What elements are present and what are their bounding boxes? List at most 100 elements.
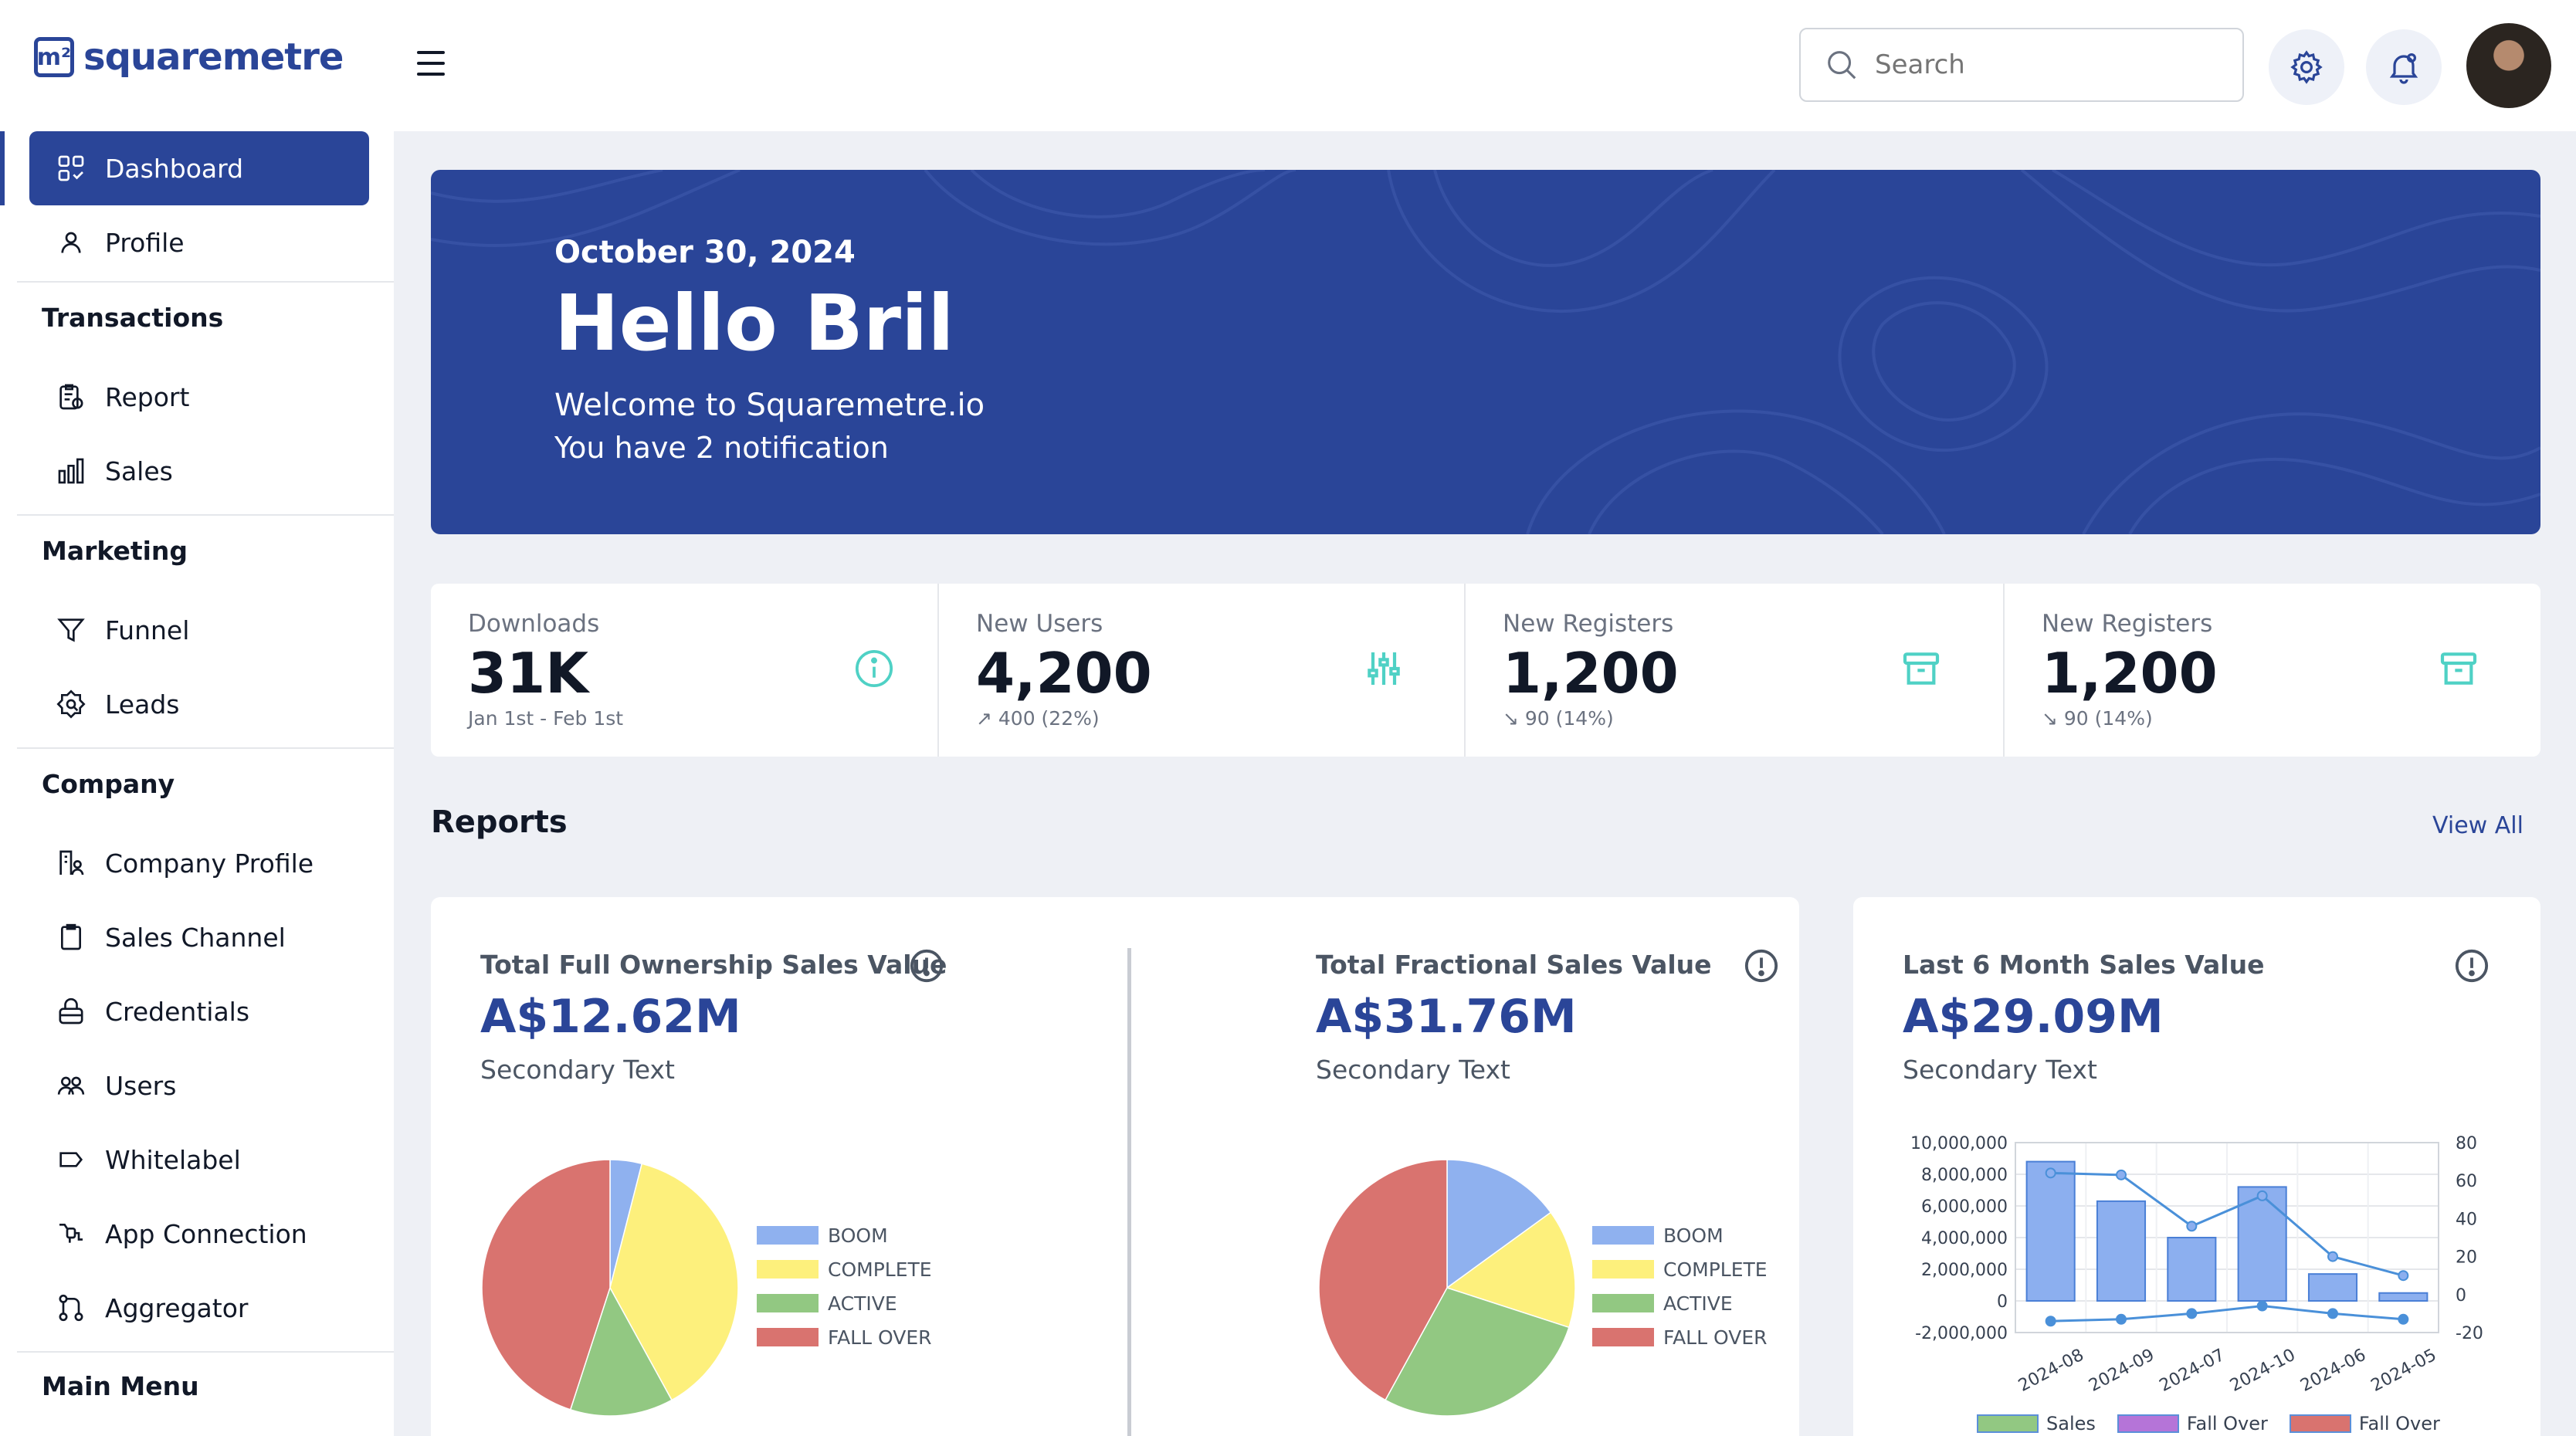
sidebar-item-aggregator[interactable]: Aggregator (29, 1271, 369, 1345)
sidebar-item-whitelabel[interactable]: Whitelabel (29, 1123, 369, 1197)
sidebar-item-app-connection[interactable]: App Connection (29, 1197, 369, 1271)
hero-notifications[interactable]: You have 2 notification (554, 431, 889, 465)
sidebar-item-leads[interactable]: Leads (29, 667, 369, 741)
y-tick-left: 2,000,000 (1921, 1261, 2008, 1280)
pie-legend: BOOM COMPLETE ACTIVE FALL OVER (1592, 1218, 1768, 1354)
line-point (2327, 1251, 2338, 1262)
bar-sales (2025, 1160, 2076, 1302)
tag-icon (56, 1144, 86, 1175)
y-tick-left: -2,000,000 (1915, 1324, 2008, 1343)
y-tick-right: -20 (2456, 1324, 2483, 1343)
line-point (2327, 1308, 2338, 1319)
sidebar-item-label: App Connection (105, 1218, 307, 1249)
leads-icon (56, 689, 86, 720)
legend-item-fall-over: FALL OVER (757, 1320, 932, 1354)
sidebar-item-funnel[interactable]: Funnel (29, 593, 369, 667)
settings-button[interactable] (2269, 29, 2344, 105)
sidebar-item-sales-channel[interactable]: Sales Channel (29, 900, 369, 974)
line-point (2398, 1270, 2409, 1282)
sidebar-item-report[interactable]: Report (29, 360, 369, 434)
welcome-banner: October 30, 2024 Hello Bril Welcome to S… (431, 170, 2540, 534)
sidebar-item-dashboard[interactable]: Dashboard (29, 131, 369, 205)
y-tick-left: 4,000,000 (1921, 1229, 2008, 1248)
sidebar-item-label: Dashboard (105, 153, 244, 184)
bar-sales (2096, 1200, 2147, 1302)
legend-item-boom: BOOM (1592, 1218, 1768, 1252)
stat-value: 1,200 (2042, 641, 2218, 706)
stat-value: 1,200 (1503, 641, 1679, 706)
divider (17, 747, 394, 749)
legend-item-complete: COMPLETE (757, 1252, 932, 1286)
y-tick-right: 20 (2456, 1248, 2477, 1268)
divider (17, 1351, 394, 1353)
sidebar-item-credentials[interactable]: Credentials (29, 974, 369, 1048)
stat-new-users: New Users 4,200 ↗ 400 (22%) (939, 584, 1464, 757)
y-tick-right: 60 (2456, 1172, 2477, 1191)
combo-legend: Sales Fall Over Fall Over (1977, 1413, 2440, 1434)
sidebar-item-label: Sales Channel (105, 922, 286, 953)
funnel-icon (56, 615, 86, 645)
card-title: Total Fractional Sales Value (1316, 950, 1712, 980)
sidebar-item-label: Funnel (105, 615, 190, 645)
hero-date: October 30, 2024 (554, 235, 856, 270)
section-transactions: Transactions (42, 303, 224, 333)
sidebar-item-label: Profile (105, 227, 185, 258)
pie-chart-full-ownership (481, 1159, 739, 1417)
bar-sales (2378, 1292, 2429, 1302)
brand-name: squaremetre (83, 36, 344, 79)
search-input[interactable] (1875, 49, 2215, 80)
alert-icon[interactable] (909, 948, 944, 984)
stat-value: 31K (468, 641, 588, 706)
divider (17, 281, 394, 283)
legend-swatch-fall-over-1 (2117, 1414, 2179, 1433)
sidebar-item-company-profile[interactable]: Company Profile (29, 826, 369, 900)
pie-chart-fractional (1318, 1159, 1576, 1417)
hero-greeting: Hello Bril (554, 278, 954, 368)
y-tick-left: 0 (1997, 1292, 2008, 1312)
sidebar-item-sales[interactable]: Sales (29, 434, 369, 508)
archive-icon[interactable] (2435, 645, 2482, 692)
legend-swatch-sales (1977, 1414, 2039, 1433)
stat-label: New Users (976, 610, 1103, 638)
sidebar-item-label: Company Profile (105, 848, 314, 879)
sidebar-item-profile[interactable]: Profile (29, 205, 369, 279)
bar-sales (2307, 1273, 2358, 1302)
legend-item-complete: COMPLETE (1592, 1252, 1768, 1286)
card-value: A$31.76M (1316, 990, 1577, 1044)
sidebar: Dashboard Profile Transactions Report Sa… (0, 131, 394, 1436)
search-icon (1828, 51, 1856, 80)
view-all-link[interactable]: View All (2432, 812, 2523, 839)
clipboard-icon (56, 922, 86, 953)
alert-icon[interactable] (2454, 948, 2490, 984)
stat-new-registers: New Registers 1,200 ↘ 90 (14%) (1466, 584, 2003, 757)
search-box[interactable] (1799, 28, 2244, 102)
users-icon (56, 1070, 86, 1101)
menu-toggle-icon[interactable] (417, 51, 445, 76)
sidebar-item-label: Aggregator (105, 1292, 249, 1323)
combo-chart-6-month: 10,000,000 8,000,000 6,000,000 4,000,000 2,0… (1910, 1134, 2483, 1396)
notifications-button[interactable] (2366, 29, 2442, 105)
stats-panel: Downloads 31K Jan 1st - Feb 1st New User… (431, 584, 2540, 757)
card-title: Total Full Ownership Sales Value (480, 950, 947, 980)
sidebar-item-label: Report (105, 381, 190, 412)
archive-icon[interactable] (1898, 645, 1944, 692)
legend-label-fall-over-1: Fall Over (2186, 1413, 2268, 1434)
plug-icon (56, 1218, 86, 1249)
x-tick-label: 2024-06 (2297, 1346, 2369, 1396)
logo[interactable]: m² squaremetre (34, 34, 344, 80)
reports-heading: Reports (431, 804, 568, 840)
legend-item-fall-over: FALL OVER (1592, 1320, 1768, 1354)
info-icon[interactable] (851, 645, 897, 692)
sidebar-item-label: Leads (105, 689, 180, 720)
legend-item-boom: BOOM (757, 1218, 932, 1252)
sliders-icon[interactable] (1361, 645, 1407, 692)
alert-icon[interactable] (1744, 948, 1779, 984)
sidebar-item-users[interactable]: Users (29, 1048, 369, 1123)
card-title: Last 6 Month Sales Value (1903, 950, 2265, 980)
avatar[interactable] (2466, 23, 2551, 108)
line-point (2256, 1190, 2268, 1201)
y-tick-left: 10,000,000 (1910, 1134, 2008, 1153)
line-point (2116, 1313, 2127, 1325)
lock-icon (56, 996, 86, 1027)
top-bar: m² squaremetre (0, 0, 2576, 131)
